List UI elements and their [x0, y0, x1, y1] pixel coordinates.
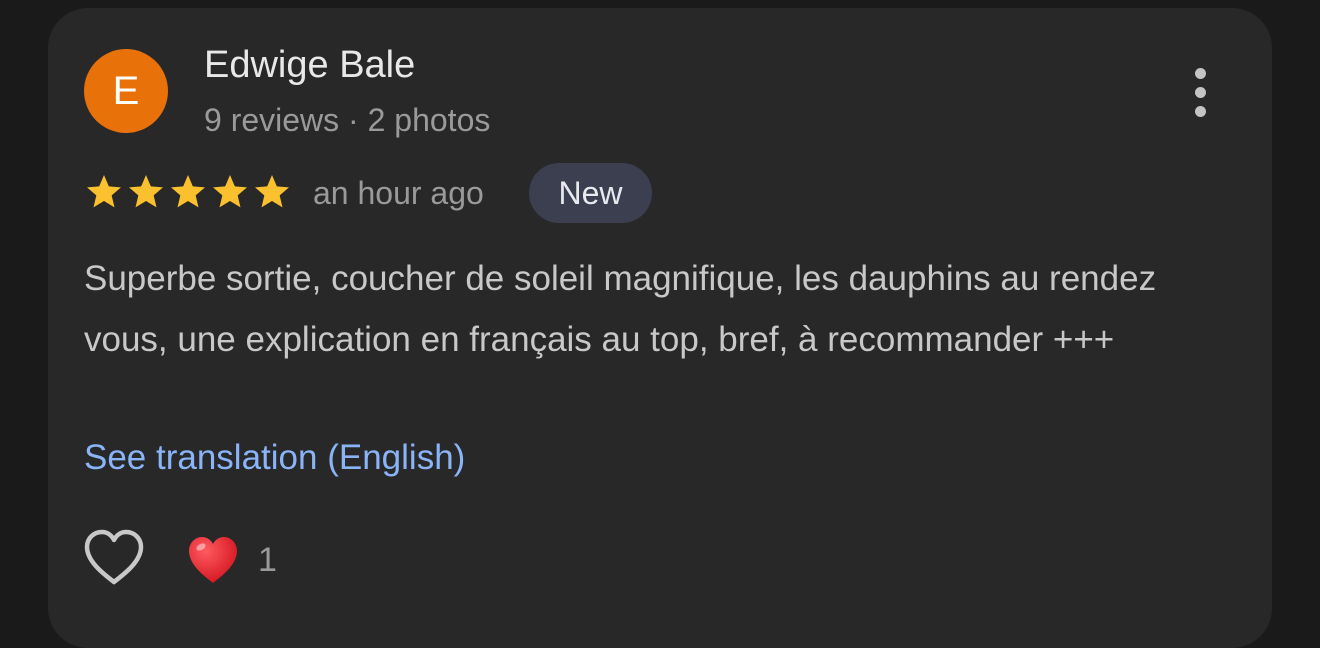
star-icon [87, 175, 121, 208]
reaction-count: 1 [258, 541, 277, 579]
avatar[interactable]: E [84, 49, 168, 133]
star-icon [129, 175, 163, 208]
heart-reaction[interactable]: 1 [186, 532, 277, 588]
like-button[interactable] [82, 528, 146, 588]
more-options-button[interactable] [1176, 62, 1224, 122]
see-translation-link[interactable]: See translation (English) [84, 432, 465, 484]
reviewer-meta: 9 reviews · 2 photos [204, 102, 491, 138]
star-icon [171, 175, 205, 208]
avatar-initial: E [112, 68, 140, 113]
new-badge: New [529, 163, 652, 223]
reviewer-name[interactable]: Edwige Bale [204, 42, 415, 88]
review-text: Superbe sortie, coucher de soleil magnif… [84, 259, 1157, 359]
star-icon [213, 175, 247, 208]
red-heart-icon [189, 537, 237, 583]
star-rating [84, 172, 294, 212]
more-vert-icon [1194, 67, 1206, 117]
heart-outline-icon [84, 529, 144, 585]
review-timestamp: an hour ago [313, 175, 484, 211]
star-icon [255, 175, 289, 208]
